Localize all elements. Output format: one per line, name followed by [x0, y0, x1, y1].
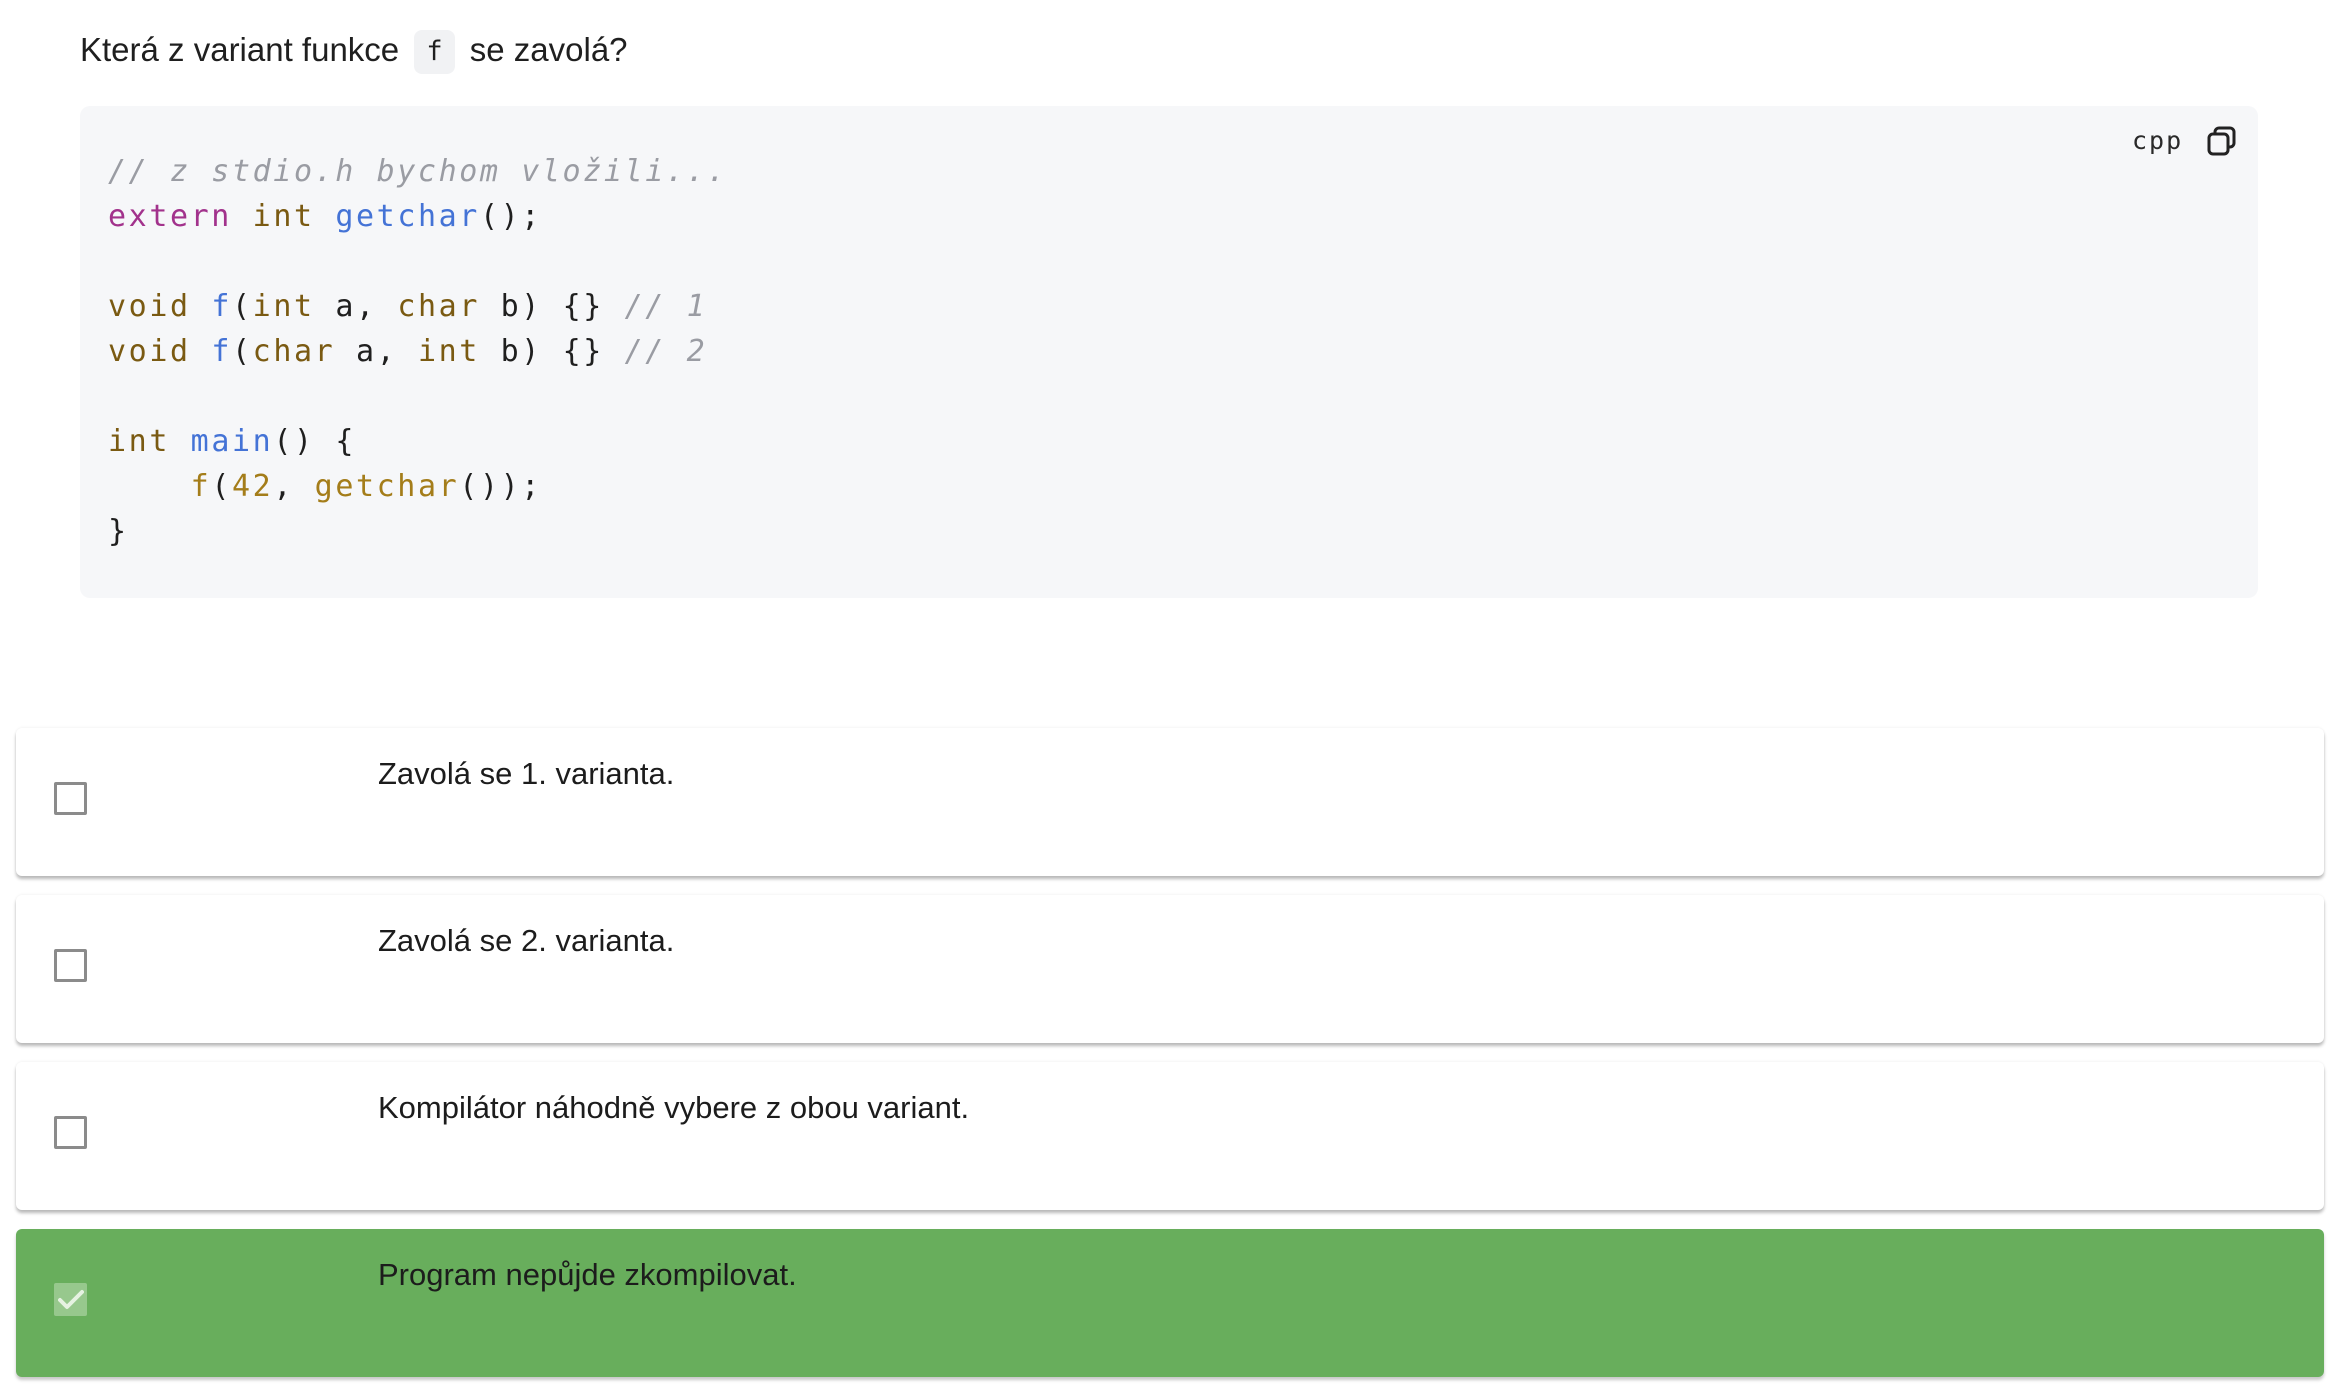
- code-token: // z stdio.h bychom vložili...: [108, 154, 728, 189]
- question-text: Která z variant funkce f se zavolá?: [80, 27, 628, 74]
- copy-icon[interactable]: [2206, 125, 2238, 157]
- code-token: (: [211, 469, 232, 504]
- question-suffix: se zavolá?: [469, 31, 628, 68]
- code-token: void: [108, 334, 191, 369]
- code-line: }: [108, 509, 728, 554]
- code-token: () {: [273, 424, 356, 459]
- code-token: ,: [273, 469, 315, 504]
- question-prefix: Která z variant funkce: [80, 31, 400, 68]
- code-token: (: [232, 334, 253, 369]
- code-line: void f(int a, char b) {} // 1: [108, 284, 728, 329]
- code-token: getchar: [314, 469, 460, 504]
- code-token: void: [108, 289, 191, 324]
- answer-option[interactable]: Zavolá se 2. varianta.: [16, 895, 2324, 1043]
- code-line: int main() {: [108, 419, 728, 464]
- code-token: b) {}: [479, 289, 625, 324]
- code-token: }: [108, 514, 129, 549]
- code-language-label: cpp: [2132, 126, 2184, 155]
- code-token: // 2: [624, 334, 708, 369]
- code-token: int: [417, 334, 480, 369]
- code-token: getchar: [335, 199, 480, 234]
- option-label: Program nepůjde zkompilovat.: [378, 1257, 797, 1292]
- answer-option[interactable]: Kompilátor náhodně vybere z obou variant…: [16, 1062, 2324, 1210]
- option-label: Kompilátor náhodně vybere z obou variant…: [378, 1090, 970, 1125]
- code-token: a,: [314, 289, 398, 324]
- code-content: // z stdio.h bychom vložili... extern int…: [108, 149, 728, 554]
- code-token: main: [190, 424, 274, 459]
- code-token: int: [252, 199, 315, 234]
- question-inline-code: f: [414, 30, 455, 74]
- code-token: char: [252, 334, 336, 369]
- checkbox[interactable]: [54, 949, 87, 982]
- code-token: extern: [108, 199, 232, 234]
- code-token: 42: [232, 469, 274, 504]
- copy-icon-graphic: [2207, 126, 2236, 156]
- code-token: // 1: [624, 289, 708, 324]
- quiz-page: Která z variant funkce f se zavolá? cpp …: [0, 0, 2328, 1386]
- code-token: f: [190, 469, 212, 504]
- code-token: ());: [459, 469, 542, 504]
- code-line: // z stdio.h bychom vložili...: [108, 149, 728, 194]
- code-token: a,: [335, 334, 418, 369]
- answer-option[interactable]: Zavolá se 1. varianta.: [16, 728, 2324, 876]
- code-token: int: [252, 289, 315, 324]
- checkbox-checked[interactable]: [54, 1283, 87, 1316]
- checkbox[interactable]: [54, 1116, 87, 1149]
- answer-option[interactable]: Program nepůjde zkompilovat.: [16, 1229, 2324, 1377]
- code-token: char: [397, 289, 480, 324]
- code-line: void f(char a, int b) {} // 2: [108, 329, 728, 374]
- code-token: f: [211, 289, 232, 324]
- checkmark-icon: [58, 1290, 84, 1309]
- option-label: Zavolá se 1. varianta.: [378, 756, 675, 791]
- code-token: ();: [479, 199, 542, 234]
- option-label: Zavolá se 2. varianta.: [378, 923, 675, 958]
- code-line: f(42, getchar());: [108, 464, 728, 509]
- code-token: (: [232, 289, 253, 324]
- code-line: extern int getchar();: [108, 194, 728, 239]
- checkbox[interactable]: [54, 782, 87, 815]
- code-token: int: [108, 424, 170, 459]
- code-token: b) {}: [479, 334, 625, 369]
- code-token: f: [211, 334, 232, 369]
